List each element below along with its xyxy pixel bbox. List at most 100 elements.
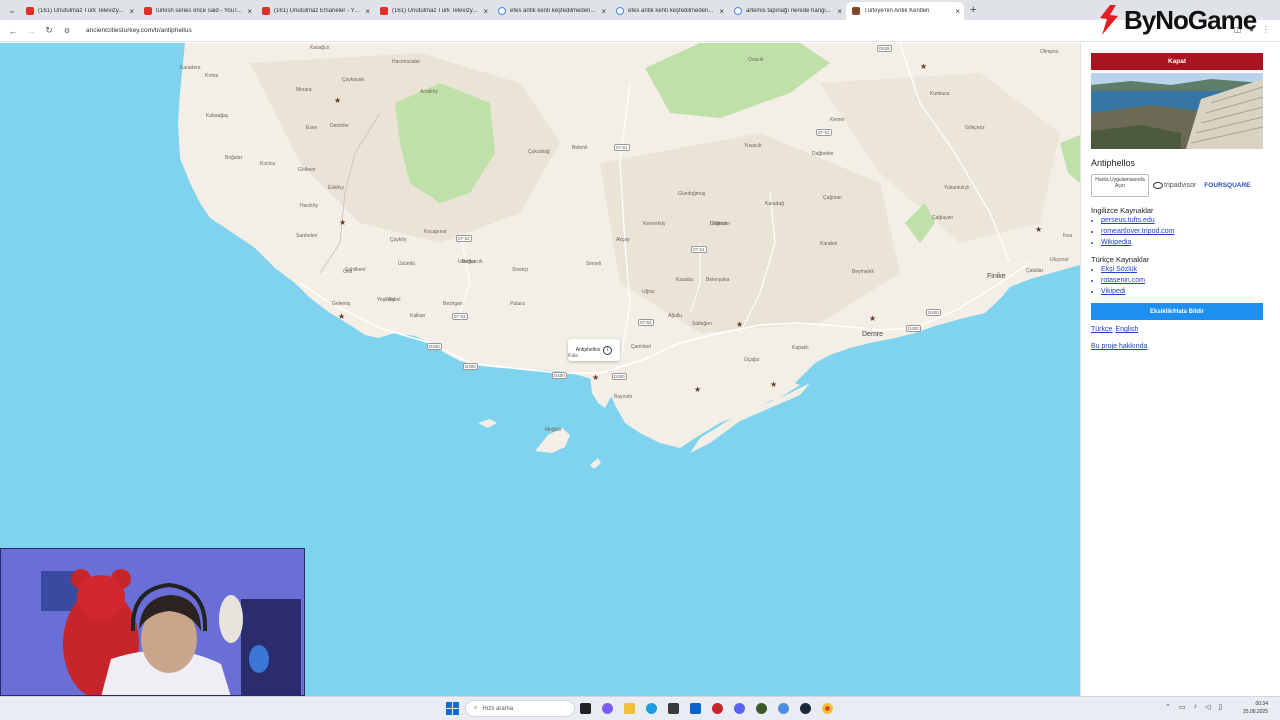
browser-tab[interactable]: artemis tapınağı nerede hangi... × bbox=[728, 2, 846, 20]
task-view-icon[interactable] bbox=[580, 703, 591, 714]
settings-icon[interactable] bbox=[778, 703, 789, 714]
foursquare-link[interactable]: FOURSQUARE bbox=[1204, 182, 1250, 189]
close-tab-icon[interactable]: × bbox=[365, 7, 370, 16]
volume-icon[interactable]: ◁ bbox=[1205, 703, 1210, 711]
map-place-label: Gökçeöz bbox=[965, 125, 985, 131]
map-place-label: Yeşilköy bbox=[377, 297, 396, 303]
browser-tab[interactable]: efes antik kenti keşfedilmeden... × bbox=[492, 2, 610, 20]
start-icon[interactable] bbox=[446, 702, 459, 715]
browser-tab[interactable]: efes antik kenti keşfedilmeden... × bbox=[610, 2, 728, 20]
map-place-label: Demre bbox=[862, 331, 884, 338]
map-place-label: Kale bbox=[568, 353, 579, 359]
tray-chevron-icon[interactable]: ⌃ bbox=[1165, 703, 1171, 711]
ancient-site-marker-icon[interactable]: ★ bbox=[339, 219, 346, 227]
ancient-site-marker-icon[interactable]: ★ bbox=[694, 386, 701, 394]
back-icon[interactable]: ← bbox=[6, 26, 20, 36]
ancient-site-marker-icon[interactable]: ★ bbox=[1035, 226, 1042, 234]
browser-tab[interactable]: (161) Unutulmaz Efsaneler - Yo... × bbox=[256, 2, 374, 20]
map-place-label: Uluçınar bbox=[1050, 257, 1069, 263]
close-tab-icon[interactable]: × bbox=[955, 7, 960, 16]
road-shield: D400 bbox=[926, 309, 941, 316]
menu-icon[interactable]: ⋮ bbox=[1262, 25, 1270, 34]
map-place-label: Karadağ bbox=[765, 201, 784, 207]
browser-tab[interactable]: (161) Unutulmaz Türk Televizy... × bbox=[374, 2, 492, 20]
list-item: rotasenin.com bbox=[1101, 277, 1262, 284]
close-tab-icon[interactable]: × bbox=[837, 7, 842, 16]
road-shield: D400 bbox=[906, 325, 921, 332]
outlook-icon[interactable] bbox=[690, 703, 701, 714]
close-tab-icon[interactable]: × bbox=[129, 7, 134, 16]
map-place-label: Çamlıbel bbox=[631, 344, 651, 350]
map-place-label: Yuvacık bbox=[744, 143, 762, 149]
mic-icon[interactable]: ♪ bbox=[1194, 703, 1198, 711]
game-app-icon[interactable] bbox=[712, 703, 723, 714]
edge-icon[interactable] bbox=[646, 703, 657, 714]
close-tab-icon[interactable]: × bbox=[247, 7, 252, 16]
map-place-label: Çatallar bbox=[1026, 268, 1044, 274]
map-place-label: Dirgenler bbox=[710, 221, 731, 227]
map-place-label: Kemer bbox=[830, 117, 845, 123]
source-link[interactable]: rotasenin.com bbox=[1101, 277, 1145, 284]
copilot-icon[interactable] bbox=[602, 703, 613, 714]
browser-tab[interactable]: turkish series once said - YouT... × bbox=[138, 2, 256, 20]
source-link[interactable]: Wikipedia bbox=[1101, 239, 1131, 246]
windows-taskbar: ⌕ Hızlı arama ⌃ ▭ ♪ ◁ ▯ 00:34 25.08.2025 bbox=[0, 696, 1280, 720]
tab-search-icon[interactable]: ⌄ bbox=[4, 2, 20, 18]
road-shield: 07-51 bbox=[691, 246, 707, 253]
close-tab-icon[interactable]: × bbox=[601, 7, 606, 16]
map-place-label: Bezirgan bbox=[443, 301, 463, 307]
lang-english-link[interactable]: English bbox=[1115, 326, 1138, 333]
source-link[interactable]: perseus.tufts.edu bbox=[1101, 217, 1155, 224]
taskbar-search[interactable]: ⌕ Hızlı arama bbox=[465, 700, 575, 717]
map-place-label: Çukurbağ bbox=[528, 149, 550, 155]
discord-icon[interactable] bbox=[734, 703, 745, 714]
chrome-icon[interactable] bbox=[822, 703, 833, 714]
map-place-label: Kasağızı bbox=[310, 45, 330, 51]
calculator-icon[interactable] bbox=[668, 703, 679, 714]
close-tab-icon[interactable]: × bbox=[719, 7, 724, 16]
lang-turkish-link[interactable]: Türkçe bbox=[1091, 326, 1112, 333]
ancient-site-marker-icon[interactable]: ★ bbox=[920, 63, 927, 71]
browser-tab[interactable]: Türkiye'nin Antik Kentleri × bbox=[846, 2, 964, 20]
battery-icon[interactable]: ▯ bbox=[1218, 703, 1222, 711]
english-sources-heading: İngilizce Kaynaklar bbox=[1091, 206, 1154, 215]
forward-icon[interactable]: → bbox=[24, 26, 38, 36]
steam-icon[interactable] bbox=[800, 703, 811, 714]
info-icon[interactable]: i bbox=[603, 345, 613, 355]
ancient-site-marker-icon[interactable]: ★ bbox=[770, 381, 777, 389]
taskbar-clock[interactable]: 00:34 25.08.2025 bbox=[1243, 700, 1268, 716]
open-in-maps-button[interactable]: Harita Uygulamasında Açın bbox=[1091, 174, 1149, 197]
ancient-site-marker-icon[interactable]: ★ bbox=[338, 313, 345, 321]
source-link[interactable]: romeartlover.tripod.com bbox=[1101, 228, 1175, 235]
app-icon[interactable] bbox=[756, 703, 767, 714]
list-item: Ekşi Sözlük bbox=[1101, 266, 1262, 273]
map-place-label: Çaykavak bbox=[342, 77, 364, 83]
browser-tab[interactable]: (161) Unutulmaz Türk Televizy... × bbox=[20, 2, 138, 20]
ancient-site-marker-icon[interactable]: ★ bbox=[334, 97, 341, 105]
url-field[interactable]: ancientcitiesturkey.com/tr/antiphellus bbox=[86, 27, 192, 34]
ancient-site-marker-icon[interactable]: ★ bbox=[869, 315, 876, 323]
reload-icon[interactable]: ↻ bbox=[42, 25, 56, 36]
close-button[interactable]: Kapat bbox=[1091, 53, 1263, 70]
ancient-site-marker-icon[interactable]: ★ bbox=[736, 321, 743, 329]
map-place-label: Boğazcık bbox=[462, 259, 483, 265]
about-project-link[interactable]: Bu proje hakkında bbox=[1091, 343, 1262, 350]
new-tab-button[interactable]: + bbox=[970, 4, 976, 16]
webcam-feed bbox=[1, 549, 304, 695]
tripadvisor-link[interactable]: tripadvisor bbox=[1153, 182, 1196, 189]
close-tab-icon[interactable]: × bbox=[483, 7, 488, 16]
map-place-label: Arsaköy bbox=[420, 89, 439, 95]
tab-title: efes antik kenti keşfedilmeden... bbox=[628, 8, 714, 14]
site-info-icon[interactable]: ⚙ bbox=[60, 27, 74, 35]
ancient-site-marker-icon[interactable]: ★ bbox=[592, 374, 599, 382]
map-place-label: Çağman bbox=[823, 195, 842, 201]
map-place-label: Ovacık bbox=[748, 57, 764, 63]
map-place-label: Sarıbelen bbox=[296, 233, 318, 239]
road-shield: 07-51 bbox=[816, 129, 832, 136]
source-link[interactable]: Ekşi Sözlük bbox=[1101, 266, 1137, 273]
google-icon bbox=[498, 7, 506, 15]
source-link[interactable]: Vikipedi bbox=[1101, 288, 1125, 295]
report-issue-button[interactable]: Eksiklik/Hata Bildir bbox=[1091, 303, 1263, 320]
file-explorer-icon[interactable] bbox=[624, 703, 635, 714]
network-icon[interactable]: ▭ bbox=[1179, 703, 1186, 711]
